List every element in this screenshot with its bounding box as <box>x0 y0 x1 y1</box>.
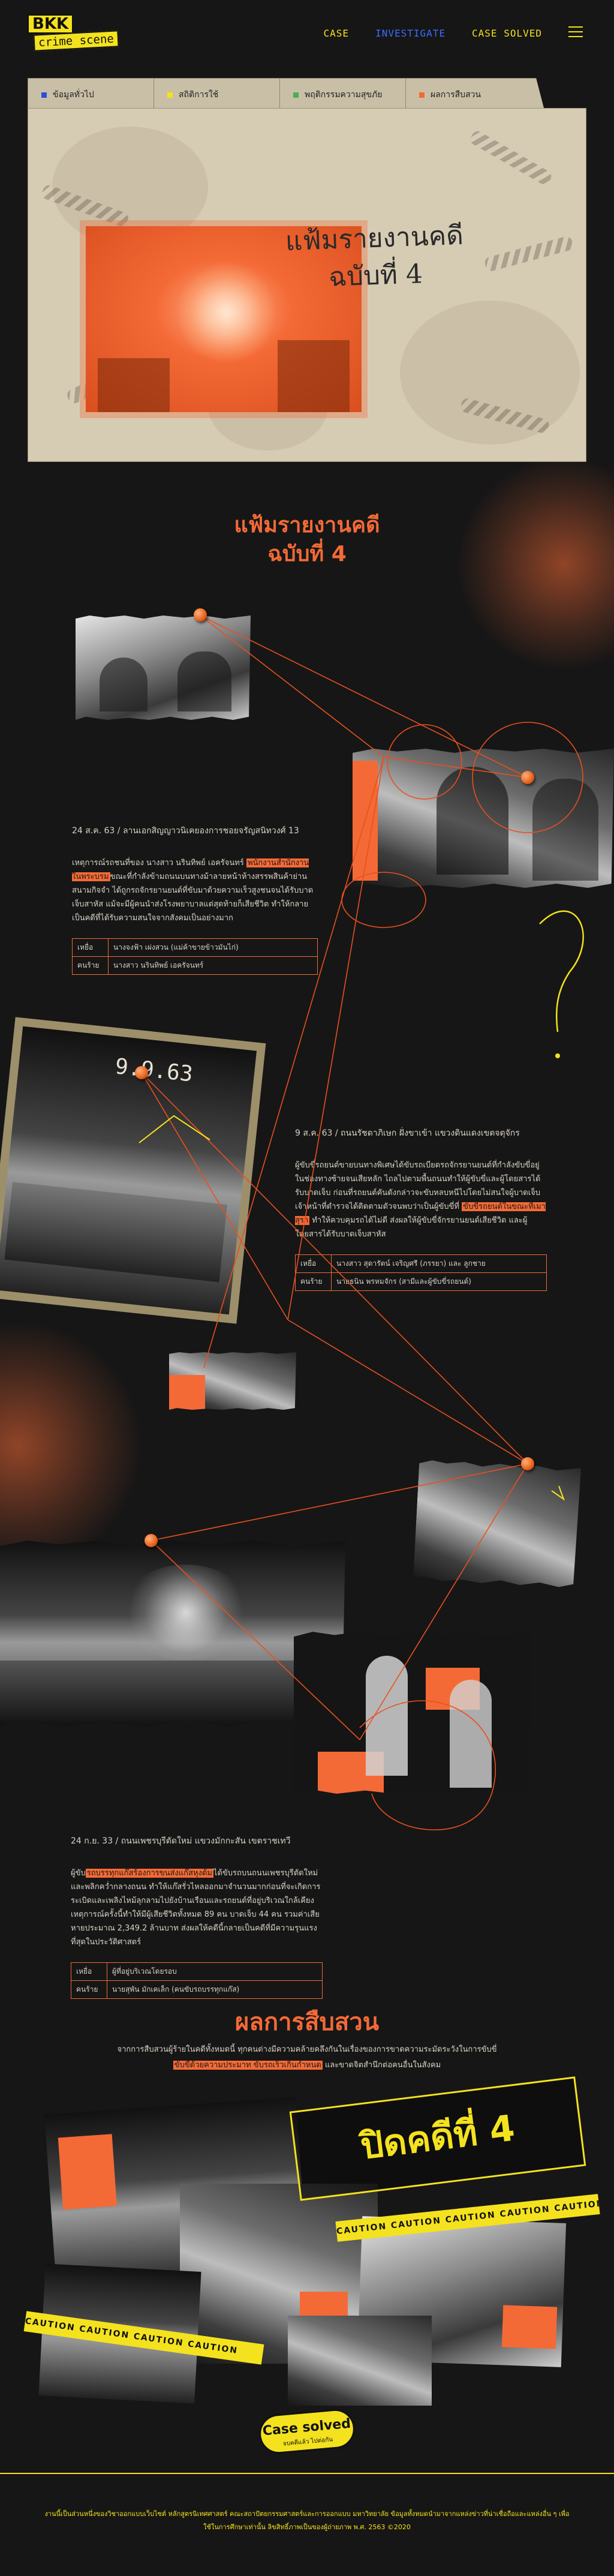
result-text-post: และขาดจิตสำนึกต่อคนอื่นในสังคม <box>322 2061 441 2070</box>
folder-title-line2: ฉบับที่ 4 <box>328 259 423 293</box>
victim-label: เหยื่อ <box>295 1254 332 1273</box>
pushpin-icon <box>194 608 207 622</box>
case3-date: 24 ก.ย. 33 / ถนนเพชรบุรีตัดใหม่ แขวงมักก… <box>71 1836 291 1846</box>
logo[interactable]: BKK crime scene <box>28 14 119 52</box>
case-closed-banner: ปิดคดีที่ 4 <box>289 2076 586 2201</box>
nav-investigate[interactable]: INVESTIGATE <box>375 28 446 39</box>
tab-marker-icon <box>167 92 173 98</box>
case3-photo-explosion <box>0 1541 345 1727</box>
case1-victim: นางจงฟ้า เผ่งสวน (แม่ค้าขายข้าวมันไก่) <box>108 938 318 957</box>
case2-info-table: เหยื่อ นางสาว สุดารัตน์ เจริญศรี (ภรรยา) … <box>295 1254 547 1291</box>
nav-case-solved[interactable]: CASE SOLVED <box>472 28 542 39</box>
case2-photo-night: 9.9.63 <box>0 1026 257 1315</box>
culprit-label: คนร้าย <box>72 956 109 975</box>
culprit-label: คนร้าย <box>295 1272 332 1291</box>
case1-description: เหตุการณ์รถชนที่ของ นางสาว นรินทิพย์ เอค… <box>72 856 318 925</box>
case-closed-text: ปิดคดีที่ 4 <box>358 2107 517 2168</box>
footer-divider <box>0 2473 614 2474</box>
case3-desc-pre: ผู้ขับ <box>71 1869 86 1878</box>
case1-culprit: นางสาว นรินทิพย์ เอครัจนทร์ <box>108 956 318 975</box>
tab-label: สถิติการใช้ <box>179 90 219 100</box>
tab-statistics[interactable]: สถิติการใช้ <box>154 78 293 110</box>
case2-polaroid: 9.9.63 <box>0 1017 266 1324</box>
case1-desc-pre: เหตุการณ์รถชนที่ของ นางสาว นรินทิพย์ เอค… <box>72 858 246 867</box>
result-photo-collage-5 <box>288 2316 432 2406</box>
case2-culprit: นายธนิน พรหมจักร (สามีและผู้ขับขี่รถยนต์… <box>331 1272 547 1291</box>
tab-result[interactable]: ผลการสืบสวน <box>405 78 544 110</box>
case3-culprit: นายสุพัน มักเคเล็ก (คนขับรถบรรทุกแก๊ส) <box>107 1980 323 1999</box>
case1-photo-police <box>353 749 614 888</box>
folder-title-line1: แฟ้มรายงานคดี <box>285 220 464 257</box>
tab-behavior[interactable]: พฤติกรรมความสุขภัย <box>279 78 419 110</box>
case2-photo-roadside <box>169 1352 296 1410</box>
tab-marker-icon <box>419 92 425 98</box>
pushpin-icon <box>145 1534 158 1547</box>
case2-date: 9 ส.ค. 63 / ถนนรัชดาภิเษก ฝั่งขาเข้า แขว… <box>295 1128 520 1138</box>
hamburger-icon[interactable] <box>568 26 583 38</box>
nav-case[interactable]: CASE <box>324 28 350 39</box>
case3-photo-victims <box>294 1632 531 1794</box>
tab-label: ข้อมูลทั่วไป <box>53 90 94 100</box>
pushpin-icon <box>521 771 534 784</box>
folder-title: แฟ้มรายงานคดี ฉบับที่ 4 <box>285 217 465 298</box>
result-title: ผลการสืบสวน <box>234 2008 380 2036</box>
case-solved-button[interactable]: Case solved จบคดีแล้ว ไปต่อกัน <box>257 2407 357 2455</box>
result-text: จากการสืบสวนผู้ร้ายในคดีทั้งหมดนี้ ทุกคน… <box>108 2042 506 2073</box>
case3-desc-highlight: รถบรรทุกแก๊สร้องการขนส่งแก๊สหุงต้ม <box>85 1869 213 1878</box>
section-title-line2: ฉบับที่ 4 <box>267 542 347 566</box>
pushpin-icon <box>521 1457 534 1470</box>
victim-label: เหยื่อ <box>72 938 109 957</box>
tab-label: พฤติกรรมความสุขภัย <box>305 90 383 100</box>
folder-body: แฟ้มรายงานคดี ฉบับที่ 4 <box>28 108 586 462</box>
case2-description: ผู้ขับขี่รถยนต์ขายบนทางพิเศษได้ขับรถเบีย… <box>295 1158 547 1241</box>
main-nav: CASE INVESTIGATE CASE SOLVED <box>324 28 542 39</box>
logo-line1: BKK <box>28 14 74 34</box>
case2-victim: นางสาว สุดารัตน์ เจริญศรี (ภรรยา) และ ลู… <box>331 1254 547 1273</box>
case1-text: 24 ส.ค. 63 / ลานเอกสิญญาวนิเคยองการชอยจร… <box>72 824 318 975</box>
case2-date-stamp: 9.9.63 <box>113 1054 194 1087</box>
result-text-pre: จากการสืบสวนผู้ร้ายในคดีทั้งหมดนี้ ทุกคน… <box>117 2045 497 2054</box>
tab-general[interactable]: ข้อมูลทั่วไป <box>28 78 167 110</box>
tab-label: ผลการสืบสวน <box>431 90 481 100</box>
case1-info-table: เหยื่อ นางจงฟ้า เผ่งสวน (แม่ค้าขายข้าวมัน… <box>72 938 318 975</box>
case2-text: 9 ส.ค. 63 / ถนนรัชดาภิเษก ฝั่งขาเข้า แขว… <box>295 1127 547 1291</box>
logo-line2: crime scene <box>33 30 119 52</box>
case3-desc-post: ได้ขับรถบนถนนเพชรบุรีตัดใหม่และพลิกคว่ำก… <box>71 1869 321 1947</box>
case1-photo-crowd <box>76 616 251 720</box>
pushpin-icon <box>135 1066 148 1079</box>
site-header: BKK crime scene CASE INVESTIGATE CASE SO… <box>0 0 614 66</box>
case3-photo-crowd <box>413 1460 581 1588</box>
tab-marker-icon <box>41 92 47 98</box>
victim-label: เหยื่อ <box>71 1962 107 1981</box>
case3-text: 24 ก.ย. 33 / ถนนเพชรบุรีตัดใหม่ แขวงมักก… <box>71 1835 323 1999</box>
section-title-line1: แฟ้มรายงานคดี <box>234 513 380 538</box>
case3-victim: ผู้ที่อยู่บริเวณโดยรอบ <box>107 1962 323 1981</box>
case3-description: ผู้ขับ รถบรรทุกแก๊สร้องการขนส่งแก๊สหุงต้ม… <box>71 1866 323 1949</box>
case3-info-table: เหยื่อ ผู้ที่อยู่บริเวณโดยรอบ คนร้าย นายสุ… <box>71 1962 323 1999</box>
result-text-highlight: ขับขี่ด้วยความประมาท ขับรถเร็วเกินกำหนด <box>173 2061 323 2070</box>
folder-tabs: ข้อมูลทั่วไป สถิติการใช้ พฤติกรรมความสุข… <box>28 78 586 110</box>
case-folder: ข้อมูลทั่วไป สถิติการใช้ พฤติกรรมความสุข… <box>28 78 586 462</box>
culprit-label: คนร้าย <box>71 1980 107 1999</box>
case1-date: 24 ส.ค. 63 / ลานเอกสิญญาวนิเคยองการชอยจร… <box>72 826 299 836</box>
tab-marker-icon <box>293 92 299 98</box>
section-title: แฟ้มรายงานคดี ฉบับที่ 4 <box>0 511 614 569</box>
footer-text: งานนี้เป็นส่วนหนึ่งของวิชาออกแบบเว็บไซต์… <box>44 2510 570 2531</box>
case2-desc-post: ทำให้ควบคุมรถได้ไม่ดี ส่งผลให้ผู้ขับขี่จ… <box>295 1216 528 1239</box>
